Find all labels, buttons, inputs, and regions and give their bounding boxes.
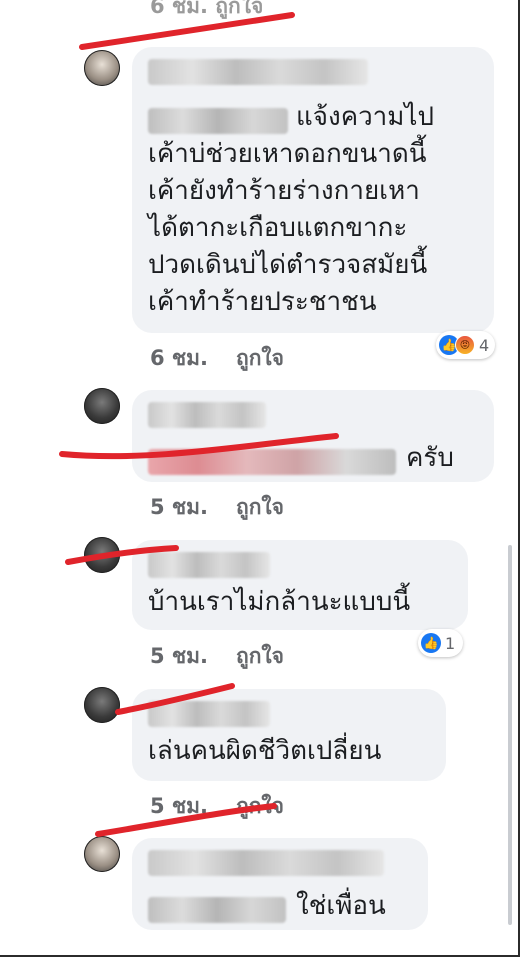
reaction-count: 1	[445, 633, 456, 653]
comment-time[interactable]: 5 ชม.	[150, 495, 208, 519]
like-link[interactable]: ถูกใจ	[236, 346, 284, 370]
comment-bubble: ครับ	[132, 390, 494, 482]
comment-meta: 5 ชม. ถูกใจ	[150, 491, 312, 524]
angry-face-icon: 😡	[455, 335, 475, 355]
comment-meta: 5 ชม. ถูกใจ	[150, 640, 312, 673]
comment-meta: 6 ชม. ถูกใจ	[150, 342, 312, 375]
commenter-name-redacted[interactable]	[148, 59, 368, 85]
reaction-count: 4	[479, 335, 490, 355]
commenter-avatar[interactable]	[84, 388, 120, 424]
comment-text: ครับ	[406, 443, 454, 473]
redacted-text	[148, 107, 288, 134]
scrollbar[interactable]	[508, 545, 512, 925]
commenter-avatar[interactable]	[84, 687, 120, 723]
comment-text: บ้านเราไม่กล้านะแบบนี้	[148, 587, 411, 617]
comment-time[interactable]: 6 ชม.	[150, 346, 208, 370]
like-link[interactable]: ถูกใจ	[236, 495, 284, 519]
redacted-text	[148, 896, 286, 923]
reaction-summary[interactable]: 👍 😡 4	[436, 331, 496, 359]
commenter-avatar[interactable]	[84, 836, 120, 872]
redacted-text	[148, 448, 396, 475]
commenter-name-redacted[interactable]	[148, 850, 384, 876]
commenter-avatar[interactable]	[84, 50, 120, 86]
comment-time[interactable]: 5 ชม.	[150, 794, 208, 818]
comment-meta: 5 ชม. ถูกใจ	[150, 790, 312, 823]
comments-panel: 6 ชม. ถูกใจ แจ้งความไป เค้าบ่ช่วยเหาดอกข…	[0, 0, 520, 957]
comment-text: เล่นคนผิดชีวิตเปลี่ยน	[148, 736, 382, 766]
cutoff-meta-row: 6 ชม. ถูกใจ	[150, 0, 264, 18]
comment-text: ใช่เพื่อน	[296, 891, 386, 921]
comment-bubble: แจ้งความไป เค้าบ่ช่วยเหาดอกขนาดนี้ เค้าย…	[132, 47, 494, 333]
comment-time[interactable]: 5 ชม.	[150, 644, 208, 668]
like-link[interactable]: ถูกใจ	[236, 794, 284, 818]
comment-body: ครับ	[148, 440, 478, 477]
comment-body: ใช่เพื่อน	[148, 888, 412, 925]
commenter-name-redacted[interactable]	[148, 701, 270, 727]
comment-bubble: ใช่เพื่อน	[132, 838, 428, 930]
like-link[interactable]: ถูกใจ	[236, 644, 284, 668]
comment-bubble: บ้านเราไม่กล้านะแบบนี้	[132, 540, 468, 630]
commenter-avatar[interactable]	[84, 537, 120, 573]
commenter-name-redacted[interactable]	[148, 402, 266, 428]
comment-body: แจ้งความไป เค้าบ่ช่วยเหาดอกขนาดนี้ เค้าย…	[148, 99, 478, 321]
reaction-summary[interactable]: 👍 1	[418, 629, 464, 657]
commenter-name-redacted[interactable]	[148, 552, 270, 578]
thumbs-up-icon: 👍	[421, 633, 441, 653]
comment-text: แจ้งความไป เค้าบ่ช่วยเหาดอกขนาดนี้ เค้าย…	[148, 102, 434, 317]
comment-bubble: เล่นคนผิดชีวิตเปลี่ยน	[132, 689, 446, 781]
